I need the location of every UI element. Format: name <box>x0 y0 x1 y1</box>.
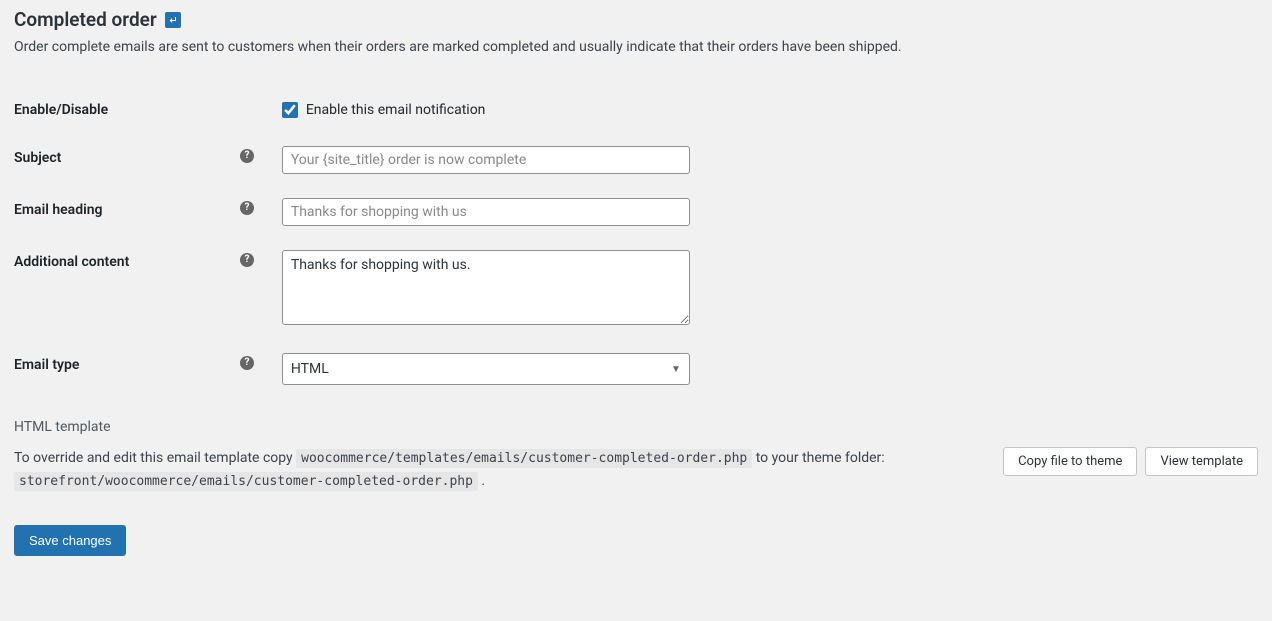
template-source-path: woocommerce/templates/emails/customer-co… <box>296 449 752 468</box>
email-type-label: Email type <box>14 341 234 397</box>
enable-label: Enable/Disable <box>14 86 234 134</box>
chevron-down-icon: ▼ <box>671 364 681 375</box>
help-icon[interactable]: ? <box>240 149 254 163</box>
return-icon[interactable] <box>165 12 181 28</box>
copy-file-button[interactable]: Copy file to theme <box>1003 447 1137 476</box>
enable-checkbox[interactable] <box>282 102 298 118</box>
template-override-text: To override and edit this email template… <box>14 447 983 493</box>
page-description: Order complete emails are sent to custom… <box>14 37 1258 58</box>
subject-input[interactable] <box>282 146 690 174</box>
enable-checkbox-wrap[interactable]: Enable this email notification <box>282 102 1258 118</box>
save-button[interactable]: Save changes <box>14 525 126 556</box>
template-dest-path: storefront/woocommerce/emails/customer-c… <box>14 472 478 491</box>
email-type-select[interactable]: HTML ▼ <box>282 353 690 385</box>
page-title: Completed order <box>14 8 1258 31</box>
enable-checkbox-label: Enable this email notification <box>306 102 486 118</box>
page-title-text: Completed order <box>14 8 157 31</box>
heading-input[interactable] <box>282 198 690 226</box>
additional-content-textarea[interactable]: Thanks for shopping with us. <box>282 250 690 325</box>
view-template-button[interactable]: View template <box>1145 447 1258 476</box>
subject-label: Subject <box>14 134 234 186</box>
additional-label: Additional content <box>14 238 234 341</box>
help-icon[interactable]: ? <box>240 253 254 267</box>
heading-label: Email heading <box>14 186 234 238</box>
help-icon[interactable]: ? <box>240 201 254 215</box>
help-icon[interactable]: ? <box>240 356 254 370</box>
email-type-value: HTML <box>291 361 329 377</box>
template-heading: HTML template <box>14 419 1258 435</box>
